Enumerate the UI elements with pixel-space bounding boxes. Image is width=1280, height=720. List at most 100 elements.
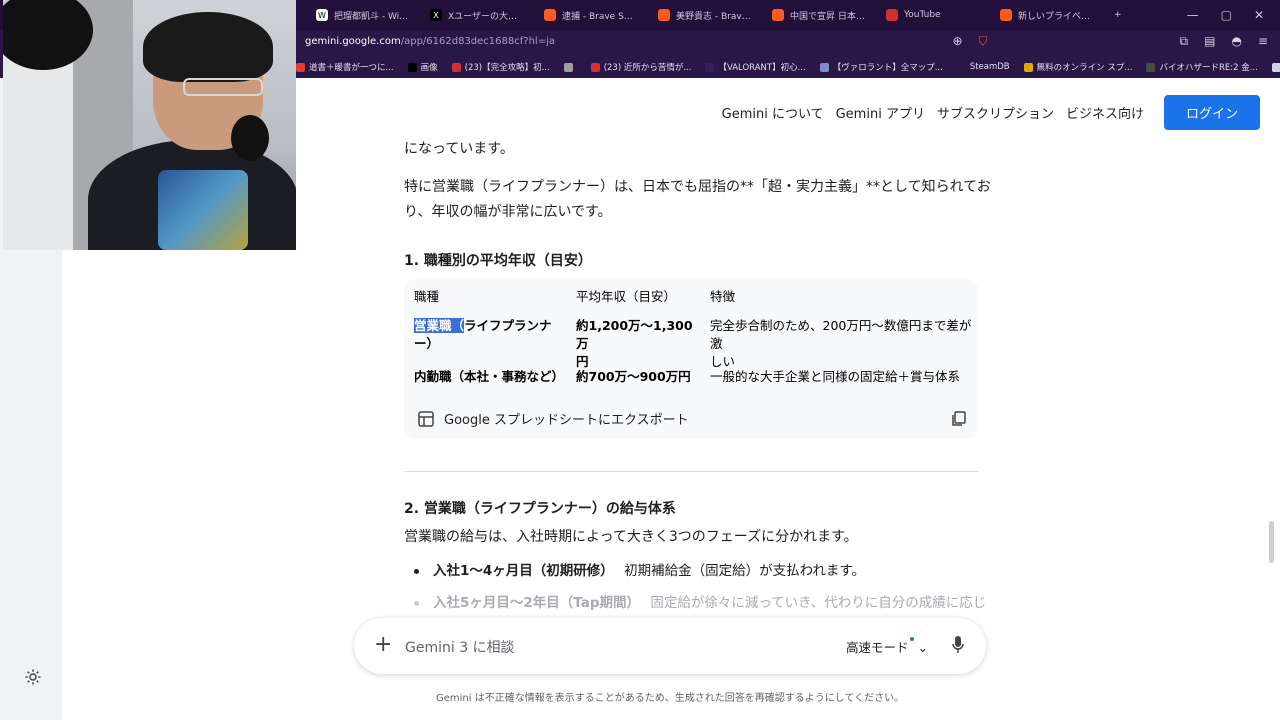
- tab-label: YouTube: [904, 10, 941, 20]
- paragraph-3: 営業職の給与は、入社時期によって大きく3つのフェーズに分かれます。: [404, 529, 858, 545]
- top-nav: Gemini について Gemini アプリ サブスクリプション ビジネス向け …: [722, 95, 1260, 130]
- scrollbar[interactable]: [1269, 521, 1274, 563]
- cell-salary-l1: 約1,200万〜1,300万: [576, 318, 693, 351]
- browser-tab[interactable]: 中国で宣昇 日本人 -: [762, 0, 876, 30]
- nav-business[interactable]: ビジネス向け: [1066, 103, 1144, 122]
- bookmark-item[interactable]: 【VALORANT】初心...: [705, 61, 806, 73]
- brave-shield-icon[interactable]: ⛉: [979, 34, 988, 49]
- bookmark-item[interactable]: バイオハザードRE:2 金...: [1146, 61, 1258, 73]
- cell-salary: 約1,200万〜1,300万円: [576, 317, 696, 371]
- browser-tab[interactable]: 逮捕 - Brave Search: [534, 0, 648, 30]
- list-item: 入社5ヶ月目〜2年目（Tap期間） 固定給が徐々に減っていき、代わりに自分の成績…: [414, 591, 986, 611]
- bookmark-item[interactable]: 道書＋暖書が一つに...: [296, 61, 394, 73]
- list-item-bold: 入社1〜4ヶ月目（初期研修）: [433, 563, 614, 579]
- bookmark-label: (23) 近所から苦情が...: [603, 63, 692, 73]
- cell-feature-l1: 完全歩合制のため、200万円〜数億円まで差が激: [710, 318, 972, 351]
- divider: [404, 471, 979, 472]
- window-controls: — ▢ ✕: [1187, 0, 1280, 30]
- tab-favicon-icon: [658, 9, 670, 21]
- close-icon[interactable]: ✕: [1254, 8, 1264, 22]
- bookmark-favicon-icon: [1146, 62, 1156, 72]
- glasses: [183, 78, 263, 96]
- mode-selector[interactable]: 高速モード ⌄: [846, 637, 928, 656]
- add-attachment-button[interactable]: +: [374, 632, 392, 657]
- bookmark-favicon-icon: [296, 62, 305, 72]
- header-salary: 平均年収（目安）: [576, 289, 677, 304]
- bookmark-favicon-icon: [1271, 62, 1280, 72]
- login-button[interactable]: ログイン: [1163, 95, 1260, 130]
- menu-icon[interactable]: ≡: [1258, 34, 1268, 49]
- prompt-input[interactable]: Gemini 3 に相談: [405, 637, 515, 657]
- bookmark-item[interactable]: 画像: [407, 61, 438, 73]
- browser-tab[interactable]: 美野貴志 - Brave Searc: [648, 0, 762, 30]
- browser-tab[interactable]: X Xユーザーの大石邦彦【C: [420, 0, 534, 30]
- bullet: [414, 600, 419, 606]
- bookmark-label: 【VALORANT】初心...: [718, 63, 806, 73]
- tab-label: 逮捕 - Brave Search: [562, 11, 638, 22]
- nav-about[interactable]: Gemini について: [722, 103, 824, 122]
- list-item-text: 固定給が徐々に減っていき、代わりに自分の成績に応じ: [650, 595, 987, 611]
- bookmark-label: バイオハザードRE:2 金...: [1159, 63, 1258, 73]
- heading-2: 2. 営業職（ライフプランナー）の給与体系: [404, 501, 676, 517]
- tab-label: 把瑠都凱斗 - Wikipedia: [334, 11, 410, 22]
- nav-subscription[interactable]: サブスクリプション: [937, 103, 1054, 122]
- mode-indicator-dot: [909, 637, 914, 641]
- bookmark-favicon-icon: [1023, 62, 1033, 72]
- bookmark-favicon-icon: [956, 62, 966, 72]
- bookmark-favicon-icon: [705, 62, 715, 72]
- header-feature: 特徴: [710, 289, 736, 304]
- tab-favicon-icon: [772, 9, 784, 21]
- private-icon[interactable]: ◓: [1231, 34, 1241, 49]
- header-role: 職種: [414, 289, 440, 304]
- url-field[interactable]: gemini.google.com/app/6162d83dec1688cf?h…: [305, 36, 555, 47]
- bookmark-favicon-icon: [451, 62, 461, 72]
- paragraph-1: になっています。: [404, 141, 514, 157]
- bookmark-favicon-icon: [819, 62, 829, 72]
- tab-label: 中国で宣昇 日本人 -: [790, 11, 866, 22]
- minimize-icon[interactable]: —: [1187, 8, 1199, 22]
- bookmark-item[interactable]: 【ヴァロラント】全マップ...: [819, 61, 943, 73]
- bookmark-label: SteamDB: [969, 62, 1010, 72]
- list-item-bold: 入社5ヶ月目〜2年目（Tap期間）: [433, 595, 641, 611]
- bookmark-item[interactable]: ツイッチ関連: [1271, 61, 1280, 73]
- maximize-icon[interactable]: ▢: [1221, 8, 1232, 22]
- url-path: /app/6162d83dec1688cf?hl=ja: [400, 36, 555, 47]
- new-tab-button[interactable]: +: [1104, 0, 1144, 30]
- tab-favicon-icon: [1000, 9, 1012, 21]
- tab-favicon-icon: [544, 9, 556, 21]
- bookmark-item[interactable]: (23) 近所から苦情が...: [590, 61, 692, 73]
- bookmark-item[interactable]: (23)【完全攻略】初...: [451, 61, 550, 73]
- browser-tab[interactable]: W 把瑠都凱斗 - Wikipedia: [306, 0, 420, 30]
- copy-icon[interactable]: [951, 411, 967, 427]
- bookmark-label: 無料のオンライン スプ...: [1036, 63, 1133, 73]
- bookmark-label: 画像: [420, 63, 438, 73]
- cell-role-line2: ー）: [414, 336, 440, 351]
- tab-label: 美野貴志 - Brave Searc: [676, 11, 752, 22]
- list-item-text: 初期補給金（固定給）が支払われます。: [624, 563, 866, 579]
- bookmark-item[interactable]: [563, 62, 577, 72]
- browser-tab[interactable]: 新しいプライベートタブ: [990, 0, 1104, 30]
- nav-apps[interactable]: Gemini アプリ: [836, 103, 925, 122]
- tab-label: Xユーザーの大石邦彦【C: [448, 11, 524, 22]
- zoom-icon[interactable]: ⊕: [952, 34, 962, 49]
- cell-role: 内勤職（本社・事務など）: [414, 369, 565, 384]
- paragraph-2-line-2: り、年収の幅が非常に広いです。: [404, 204, 612, 220]
- settings-icon[interactable]: [24, 668, 42, 686]
- bookmark-label: 道書＋暖書が一つに...: [309, 63, 394, 73]
- tab-favicon-icon: W: [316, 9, 328, 21]
- headset-mic: [231, 115, 269, 161]
- sidebar-icon[interactable]: ▤: [1204, 34, 1215, 49]
- screenshot-icon[interactable]: ⧉: [1180, 34, 1189, 49]
- browser-tab[interactable]: YouTube: [876, 0, 990, 30]
- bookmark-item[interactable]: SteamDB: [956, 62, 1010, 72]
- shirt-graphic: [158, 170, 248, 250]
- bookmark-label: 【ヴァロラント】全マップ...: [832, 63, 943, 73]
- export-to-sheets-button[interactable]: Google スプレッドシートにエクスポート: [418, 409, 689, 428]
- bullet: [414, 568, 419, 574]
- bookmark-favicon-icon: [407, 62, 417, 72]
- bookmark-item[interactable]: 無料のオンライン スプ...: [1023, 61, 1133, 73]
- microphone-icon[interactable]: [952, 636, 964, 654]
- bookmark-favicon-icon: [563, 62, 573, 72]
- url-host: gemini.google.com: [305, 36, 401, 47]
